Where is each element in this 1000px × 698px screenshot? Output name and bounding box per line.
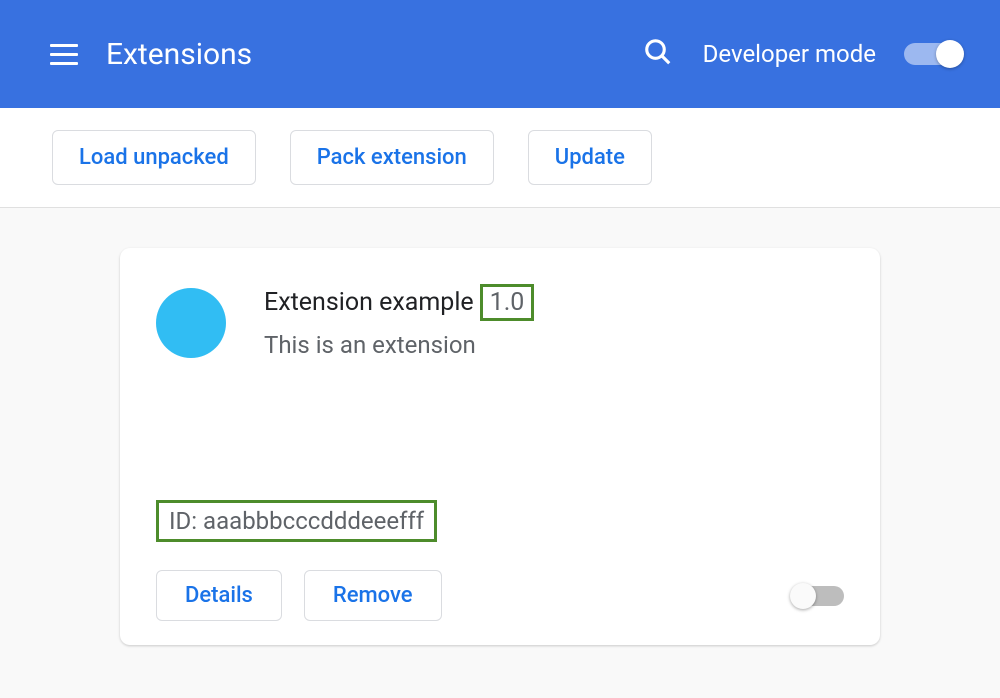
header-bar: Extensions Developer mode bbox=[0, 0, 1000, 108]
developer-mode-toggle[interactable] bbox=[904, 43, 960, 65]
developer-toolbar: Load unpacked Pack extension Update bbox=[0, 108, 1000, 208]
developer-mode-label: Developer mode bbox=[703, 40, 876, 68]
extension-card: Extension example 1.0 This is an extensi… bbox=[120, 248, 880, 645]
load-unpacked-button[interactable]: Load unpacked bbox=[52, 130, 256, 185]
extension-icon bbox=[156, 288, 226, 358]
extension-description: This is an extension bbox=[264, 331, 844, 359]
toggle-knob bbox=[936, 40, 964, 68]
extension-enable-toggle[interactable] bbox=[792, 586, 844, 606]
hamburger-menu-icon[interactable] bbox=[50, 44, 78, 65]
details-button[interactable]: Details bbox=[156, 570, 282, 621]
extension-id: ID: aaabbbcccdddeeefff bbox=[156, 500, 437, 542]
extension-name: Extension example bbox=[264, 288, 474, 317]
extension-list: Extension example 1.0 This is an extensi… bbox=[0, 208, 1000, 645]
search-icon[interactable] bbox=[643, 37, 673, 71]
update-button[interactable]: Update bbox=[528, 130, 652, 185]
remove-button[interactable]: Remove bbox=[304, 570, 442, 621]
pack-extension-button[interactable]: Pack extension bbox=[290, 130, 494, 185]
extension-version: 1.0 bbox=[480, 284, 535, 321]
page-title: Extensions bbox=[106, 37, 643, 72]
toggle-knob bbox=[790, 583, 816, 609]
